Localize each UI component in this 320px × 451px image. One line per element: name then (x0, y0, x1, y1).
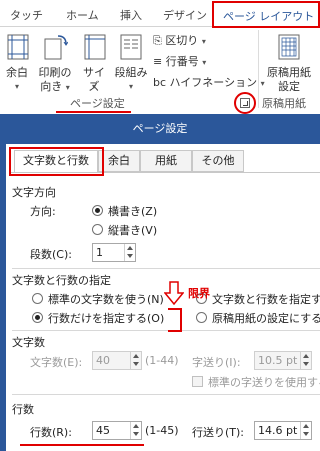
orientation-button[interactable]: 印刷の 向き ▾ (34, 32, 76, 93)
columns-dropdown-icon: ▾ (128, 82, 133, 91)
manuscript-label-1: 原稿用紙 (267, 66, 311, 79)
chars-range: (1-44) (145, 354, 179, 367)
divider-2 (12, 330, 320, 331)
char-pitch-spin-icon (300, 352, 311, 369)
lines-range: (1-45) (145, 424, 179, 437)
standard-radio[interactable] (32, 293, 43, 304)
lines-only-radio[interactable] (32, 312, 43, 323)
limit-highlight-bracket (168, 308, 182, 332)
hyphenation-button[interactable]: bc ハイフネーション ▾ (153, 74, 265, 90)
manuscript-label[interactable]: 原稿用紙の設定にする( (212, 310, 320, 326)
divider-3 (12, 394, 320, 395)
direction-section-title: 文字方向 (12, 186, 56, 199)
horizontal-radio[interactable] (92, 205, 103, 216)
page-setup-dialog: ページ設定 文字数と行数 余白 用紙 その他 文字方向 方向: 横書き(Z) 縦… (0, 114, 320, 451)
page-setup-group-label: ページ設定 (70, 97, 125, 110)
line-pitch-spin-icon (300, 422, 311, 439)
lines-section-title: 行数 (12, 403, 34, 416)
breaks-icon: ⎘ (153, 34, 162, 47)
tab-other[interactable]: その他 (192, 150, 244, 172)
columns-count-label: 段数(C): (30, 248, 72, 261)
line-pitch-label: 行送り(T): (192, 426, 245, 439)
lines-underline (20, 444, 144, 446)
manuscript-radio[interactable] (196, 312, 207, 323)
tab-home[interactable]: ホーム (66, 7, 99, 23)
manuscript-label-2: 設定 (278, 80, 300, 93)
manuscript-paper-icon (278, 34, 300, 60)
manuscript-settings-button[interactable]: 原稿用紙 設定 (258, 32, 320, 93)
line-numbers-button[interactable]: ≡ 行番号 ▾ (153, 53, 206, 69)
horizontal-label[interactable]: 横書き(Z) (108, 203, 157, 219)
lines-only-label[interactable]: 行数だけを指定する(O) (48, 310, 164, 326)
char-pitch-input[interactable]: 10.5 pt (254, 351, 312, 370)
orientation-label-2: 向き ▾ (40, 80, 70, 93)
tab-design[interactable]: デザイン (163, 7, 207, 23)
orientation-label-1: 印刷の (38, 66, 72, 79)
chars-input[interactable]: 40 (92, 351, 142, 370)
chars-section-title: 文字数 (12, 336, 45, 349)
ribbon: タッチ ホーム 挿入 デザイン ページ レイアウト 余白 ▾ 印刷の 向き ▾ (0, 0, 320, 114)
tab-touch[interactable]: タッチ (10, 7, 43, 23)
tab-insert[interactable]: 挿入 (120, 7, 142, 23)
columns-label: 段組み (114, 66, 148, 79)
chars-spin-icon (130, 352, 141, 369)
group-label-underline (56, 111, 131, 113)
size-button[interactable]: サイズ ▾ (78, 32, 110, 93)
chars-lines-label[interactable]: 文字数と行数を指定する (212, 291, 320, 307)
margins-dropdown-icon: ▾ (14, 82, 19, 91)
lines-input[interactable]: 45 (92, 421, 142, 440)
manuscript-group-label: 原稿用紙 (262, 97, 306, 110)
divider-1 (12, 268, 320, 269)
columns-spin-icon (124, 244, 135, 261)
use-standard-pitch-checkbox[interactable] (192, 376, 203, 387)
margins-label: 余白 (6, 66, 28, 79)
page-size-icon (84, 34, 106, 60)
launcher-highlight-circle (234, 92, 256, 114)
tab-margins[interactable]: 余白 (98, 150, 140, 172)
columns-count-input[interactable]: 1 (92, 243, 136, 262)
limit-label: 限界 (188, 287, 210, 300)
char-pitch-label: 字送り(I): (192, 356, 241, 369)
size-dropdown-icon: ▾ (91, 82, 96, 91)
standard-label[interactable]: 標準の文字数を使う(N) (48, 291, 164, 307)
breaks-button[interactable]: ⎘ 区切り ▾ (153, 32, 206, 48)
columns-button[interactable]: 段組み ▾ (112, 32, 150, 91)
margins-icon (7, 34, 29, 60)
down-arrow-icon (164, 281, 184, 305)
dialog-body: 文字数と行数 余白 用紙 その他 文字方向 方向: 横書き(Z) 縦書き(V) … (6, 144, 320, 451)
line-pitch-input[interactable]: 14.6 pt (254, 421, 312, 440)
chars-label: 文字数(E): (30, 356, 83, 369)
use-standard-pitch-label[interactable]: 標準の字送りを使用する (208, 374, 320, 390)
lines-spin-icon (130, 422, 141, 439)
vertical-radio[interactable] (92, 224, 103, 235)
grid-section-title: 文字数と行数の指定 (12, 274, 111, 287)
lines-label: 行数(R): (30, 426, 72, 439)
dialog-title: ページ設定 (132, 122, 188, 135)
margins-button[interactable]: 余白 ▾ (2, 32, 32, 91)
direction-label: 方向: (30, 205, 56, 218)
tab-paper[interactable]: 用紙 (140, 150, 192, 172)
line-numbers-icon: ≡ (153, 55, 163, 68)
orientation-icon (44, 35, 68, 60)
hyphenation-icon: bc (153, 76, 167, 89)
columns-icon (120, 34, 142, 60)
vertical-label[interactable]: 縦書き(V) (108, 222, 157, 238)
highlight-box-dialog-tab (9, 147, 104, 176)
highlight-box-tab (212, 1, 320, 28)
